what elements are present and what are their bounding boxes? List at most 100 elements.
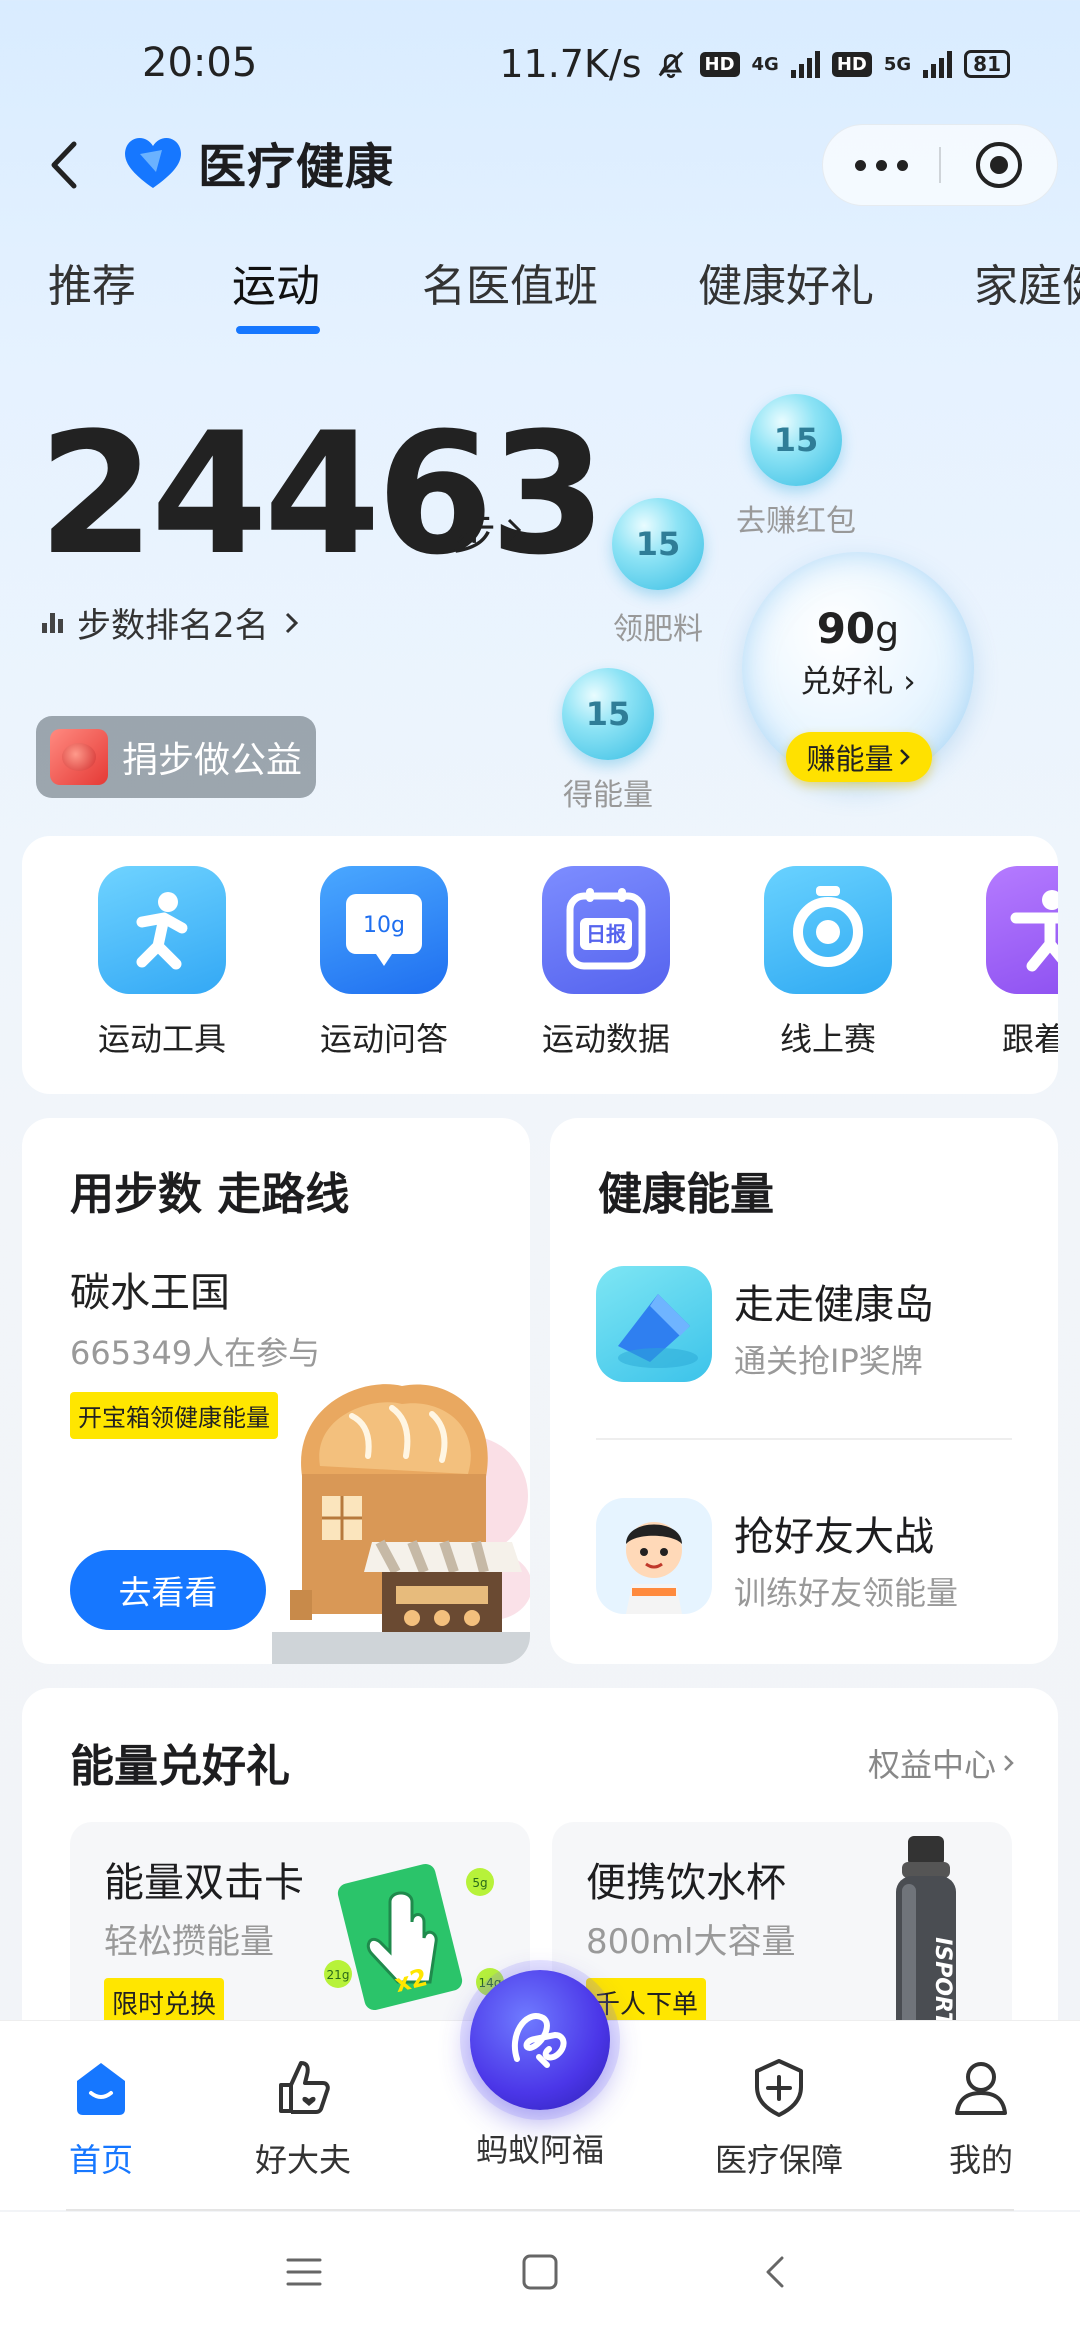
nav-good-doctor[interactable]: 好大夫: [218, 2051, 388, 2181]
energy-total-unit: g: [875, 608, 900, 652]
tool-online-race[interactable]: 线上赛: [728, 866, 928, 1060]
home-icon: [65, 2051, 137, 2123]
tool-sport-tools[interactable]: 运动工具: [62, 866, 262, 1060]
thumbs-up-heart-icon: [267, 2051, 339, 2123]
gifts-card-title: 能量兑好礼: [70, 1741, 290, 1792]
route-go-button[interactable]: 去看看: [70, 1550, 266, 1630]
gift-name: 便携饮水杯: [586, 1860, 786, 1906]
redeem-gift-link: 兑好礼 ›: [800, 664, 916, 700]
donate-steps-label: 捐步做公益: [122, 740, 303, 781]
energy-bubble-label: 得能量: [563, 778, 653, 813]
home-square-icon[interactable]: [520, 2252, 560, 2292]
step-unit-link[interactable]: 步: [452, 498, 524, 562]
stretch-person-icon: [986, 866, 1058, 994]
hd-badge-1: HD: [699, 51, 740, 77]
energy-item-desc: 训练好友领能量: [734, 1574, 959, 1612]
person-icon: [945, 2051, 1017, 2123]
system-navigation-bar: [0, 2212, 1080, 2340]
energy-bubble-redpacket[interactable]: 15: [750, 394, 842, 486]
bell-off-icon: [658, 51, 683, 79]
nav-home[interactable]: 首页: [16, 2051, 186, 2181]
running-person-icon: [98, 866, 226, 994]
tool-follow-practice[interactable]: 跟着练: [950, 866, 1058, 1060]
route-card-title: 用步数 走路线: [70, 1169, 350, 1220]
bread-house-illustration: [272, 1384, 530, 1664]
net-type-1: 4G: [751, 53, 779, 75]
nav-label: 我的: [948, 2141, 1013, 2179]
chevron-right-icon: [507, 518, 522, 542]
hd-badge-2: HD: [831, 51, 872, 77]
tab-sport[interactable]: 运动: [232, 250, 320, 314]
energy-tag: 21g: [327, 1968, 350, 1982]
redeem-gift-label: 兑好礼: [800, 664, 894, 700]
more-icon[interactable]: [823, 159, 939, 171]
menu-icon[interactable]: [284, 2252, 324, 2292]
donate-steps-button[interactable]: 捐步做公益: [36, 716, 316, 798]
energy-item-health-island[interactable]: 走走健康岛 通关抢IP奖牌: [596, 1266, 1016, 1386]
energy-bubble-value: 15: [773, 421, 819, 459]
bottle-brand: ISPORT: [930, 1937, 955, 2029]
step-rank-text: 步数排名2名: [77, 606, 269, 646]
peach-icon: [50, 729, 108, 785]
nav-divider: [66, 2209, 1014, 2211]
energy-bubble-label: 去赚红包: [736, 504, 856, 539]
system-back-icon[interactable]: [756, 2252, 796, 2292]
daily-report-icon: 日报: [542, 866, 670, 994]
energy-item-name: 抢好友大战: [734, 1514, 934, 1560]
tab-active-indicator: [236, 326, 320, 334]
gift-desc: 轻松攒能量: [104, 1922, 274, 1962]
net-speed: 11.7K/s: [499, 42, 642, 86]
chevron-right-icon: [1004, 1755, 1014, 1771]
earn-energy-label: 赚能量: [806, 742, 894, 776]
energy-total-amount: 90g: [742, 604, 974, 653]
net-type-2: 5G: [883, 53, 912, 75]
tool-label: 跟着练: [1001, 1020, 1058, 1058]
rights-center-link[interactable]: 权益中心: [868, 1740, 1016, 1786]
status-icons: 11.7K/s HD 4G HD 5G 81: [499, 42, 1010, 86]
energy-item-name: 走走健康岛: [734, 1282, 934, 1328]
app-title: 医疗健康: [198, 139, 395, 195]
tool-sport-qa[interactable]: 10g 运动问答: [284, 866, 484, 1060]
tool-label: 运动工具: [97, 1020, 226, 1058]
tool-label: 运动数据: [541, 1020, 670, 1058]
tab-doctors[interactable]: 名医值班: [422, 250, 598, 314]
nav-label: 首页: [68, 2141, 133, 2179]
energy-item-friend-battle[interactable]: 抢好友大战 训练好友领能量: [596, 1498, 1016, 1618]
tool-badge: 10g: [363, 913, 405, 938]
status-time: 20:05: [142, 40, 258, 86]
medal-ring-icon: [764, 866, 892, 994]
gift-desc: 800ml大容量: [586, 1922, 796, 1962]
energy-tag: 5g: [472, 1876, 487, 1890]
divider: [596, 1438, 1012, 1440]
nav-ant-afu[interactable]: [470, 1970, 610, 2110]
status-bar: 20:05 11.7K/s HD 4G HD 5G 81: [0, 0, 1080, 120]
energy-item-desc: 通关抢IP奖牌: [734, 1342, 923, 1380]
step-rank-link[interactable]: 步数排名2名: [42, 598, 301, 647]
tool-badge: 日报: [586, 922, 626, 946]
energy-bubble-fertilizer[interactable]: 15: [612, 498, 704, 590]
chevron-right-icon: [285, 612, 298, 633]
tab-recommend[interactable]: 推荐: [48, 250, 136, 314]
step-route-card[interactable]: 用步数 走路线 碳水王国 665349人在参与 开宝箱领健康能量 去看看: [22, 1118, 530, 1664]
tab-family[interactable]: 家庭健: [974, 250, 1080, 314]
nav-mine[interactable]: 我的: [896, 2051, 1066, 2181]
health-island-icon: [596, 1266, 712, 1382]
nav-label: 好大夫: [254, 2141, 351, 2179]
heart-logo-icon: [125, 137, 181, 188]
energy-bubble-energy[interactable]: 15: [562, 668, 654, 760]
earn-energy-button[interactable]: 赚能量: [786, 732, 932, 782]
route-name: 碳水王国: [70, 1270, 230, 1316]
back-arrow-icon[interactable]: [40, 130, 90, 200]
tool-label: 运动问答: [319, 1020, 448, 1058]
app-logo: 医疗健康: [120, 132, 394, 195]
sport-tools-card: 运动工具 10g 运动问答 日报 运动数据 线上赛 跟着练: [22, 836, 1058, 1094]
chevron-right-icon: [899, 749, 910, 765]
tab-gifts[interactable]: 健康好礼: [698, 250, 874, 314]
energy-bubble-label: 领肥料: [613, 612, 703, 647]
rights-center-label: 权益中心: [867, 1746, 996, 1784]
tool-sport-data[interactable]: 日报 运动数据: [506, 866, 706, 1060]
nav-label: 医疗保障: [714, 2141, 843, 2179]
nav-medical-security[interactable]: 医疗保障: [694, 2051, 864, 2181]
signal-icon-1: [790, 50, 820, 78]
close-program-icon[interactable]: [941, 139, 1057, 191]
